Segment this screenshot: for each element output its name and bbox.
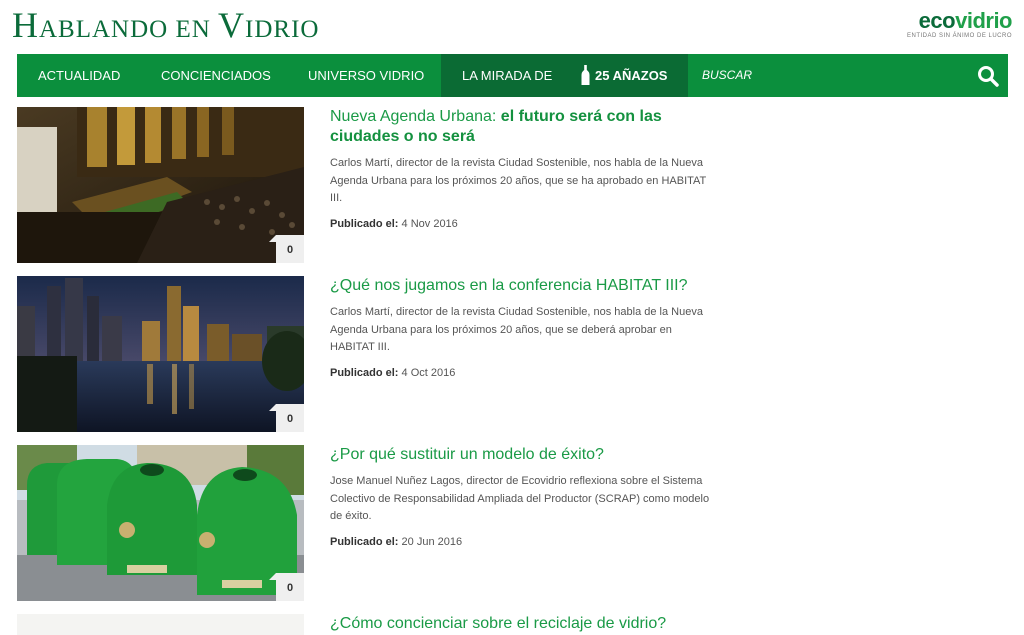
article-title-plain: ¿Qué nos jugamos en la conferencia HABIT…	[330, 277, 688, 294]
logo-eco: eco	[918, 8, 956, 33]
article-thumbnail[interactable]: 0	[17, 445, 304, 601]
comment-count-badge[interactable]: 0	[269, 404, 304, 432]
article-text: Nueva Agenda Urbana: el futuro será con …	[330, 107, 710, 230]
article-text: ¿Qué nos jugamos en la conferencia HABIT…	[330, 276, 710, 379]
article-title[interactable]: ¿Por qué sustituir un modelo de éxito?	[330, 445, 710, 465]
conference-photo	[17, 107, 304, 263]
comment-count-badge[interactable]: 0	[269, 235, 304, 263]
site-title[interactable]: Hablando en Vidrio	[12, 4, 319, 46]
article-item: 0 Nueva Agenda Urbana: el futuro será co…	[17, 107, 717, 264]
article-thumbnail[interactable]	[17, 614, 304, 635]
article-title[interactable]: ¿Qué nos jugamos en la conferencia HABIT…	[330, 276, 710, 296]
article-title-plain: ¿Por qué sustituir un modelo de éxito?	[330, 446, 604, 463]
logo-tagline: ENTIDAD SIN ÁNIMO DE LUCRO	[906, 33, 1012, 39]
site-title-initial: H	[12, 5, 39, 45]
published-date: 20 Jun 2016	[401, 535, 463, 548]
article-item: 0 ¿Qué nos jugamos en la conferencia HAB…	[17, 276, 717, 433]
published-label: Publicado el:	[330, 535, 399, 548]
article-published: Publicado el: 20 Jun 2016	[330, 536, 710, 548]
article-excerpt: Jose Manuel Nuñez Lagos, director de Eco…	[330, 475, 710, 522]
article-title[interactable]: Nueva Agenda Urbana: el futuro será con …	[330, 107, 710, 147]
article-thumbnail[interactable]: 0	[17, 107, 304, 263]
nav-item-la-mirada[interactable]: LA MIRADA DE 25 AÑAZOS	[441, 54, 688, 97]
search-input[interactable]: BUSCAR	[702, 54, 752, 97]
search-icon[interactable]	[977, 65, 999, 87]
main-navbar: ACTUALIDAD CONCIENCIADOS UNIVERSO VIDRIO…	[17, 54, 1008, 97]
nav-item-universo-vidrio[interactable]: UNIVERSO VIDRIO	[308, 54, 424, 97]
site-header: Hablando en Vidrio ecovidrio ENTIDAD SIN…	[0, 0, 1024, 54]
site-title-rest: ablando en	[39, 16, 219, 43]
glass-containers-photo	[17, 445, 304, 601]
nav-special-years: 25 AÑAZOS	[595, 68, 668, 83]
published-label: Publicado el:	[330, 366, 399, 379]
article-published: Publicado el: 4 Nov 2016	[330, 218, 710, 230]
article-title[interactable]: ¿Cómo concienciar sobre el reciclaje de …	[330, 614, 710, 634]
logo-wordmark: ecovidrio	[907, 8, 1013, 33]
ecovidrio-logo[interactable]: ecovidrio ENTIDAD SIN ÁNIMO DE LUCRO	[906, 8, 1013, 40]
article-excerpt: Carlos Martí, director de la revista Ciu…	[330, 157, 707, 204]
site-title-rest2: idrio	[245, 16, 320, 43]
site-title-v: V	[218, 5, 246, 45]
article-title-plain: ¿Cómo concienciar sobre el reciclaje de …	[330, 615, 667, 632]
comment-count-badge[interactable]: 0	[269, 573, 304, 601]
published-date: 4 Oct 2016	[401, 366, 456, 379]
bottle-icon	[581, 65, 590, 85]
article-item: ¿Cómo concienciar sobre el reciclaje de …	[17, 614, 717, 635]
logo-vidrio: vidrio	[955, 8, 1012, 33]
city-night-photo	[17, 276, 304, 432]
article-item: 0 ¿Por qué sustituir un modelo de éxito?…	[17, 445, 717, 602]
nav-special-label: LA MIRADA DE	[462, 68, 553, 83]
article-text: ¿Por qué sustituir un modelo de éxito? J…	[330, 445, 710, 548]
published-label: Publicado el:	[330, 217, 399, 230]
article-excerpt: Carlos Martí, director de la revista Ciu…	[330, 306, 703, 353]
article-title-plain: Nueva Agenda Urbana:	[330, 108, 501, 125]
article-text: ¿Cómo concienciar sobre el reciclaje de …	[330, 614, 710, 634]
nav-item-actualidad[interactable]: ACTUALIDAD	[38, 54, 120, 97]
published-date: 4 Nov 2016	[401, 217, 458, 230]
nav-item-concienciados[interactable]: CONCIENCIADOS	[161, 54, 271, 97]
article-published: Publicado el: 4 Oct 2016	[330, 367, 710, 379]
article-thumbnail[interactable]: 0	[17, 276, 304, 432]
